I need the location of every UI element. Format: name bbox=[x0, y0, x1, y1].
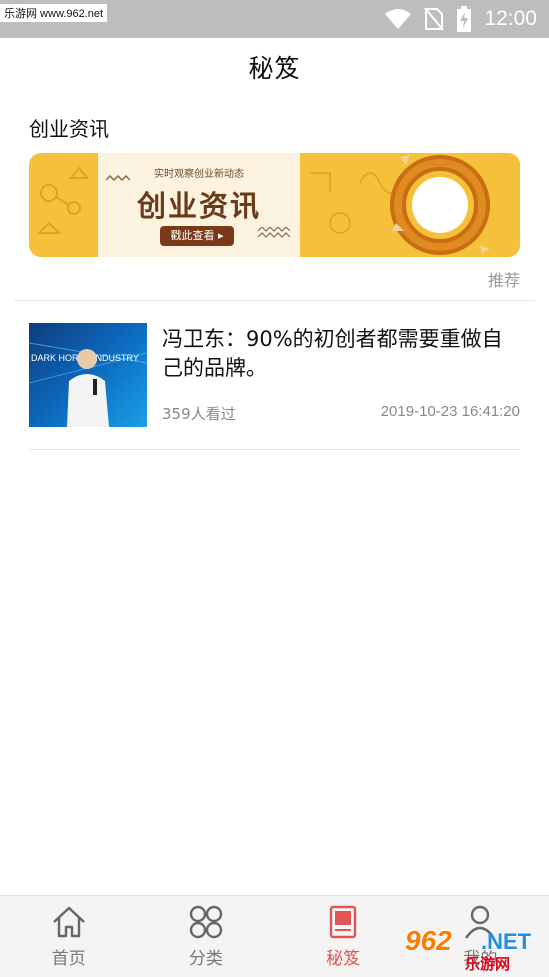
nav-label: 分类 bbox=[188, 949, 223, 969]
science-pattern-icon bbox=[36, 166, 90, 234]
watermark-number: 962 bbox=[405, 925, 452, 956]
battery-charging-icon bbox=[457, 6, 472, 32]
wifi-icon bbox=[385, 9, 412, 29]
banner-center: 实时观察创业新动态 创业资讯 戳此查看 ▸ bbox=[98, 153, 300, 257]
nav-item-secrets[interactable]: 秘笈 bbox=[275, 896, 412, 977]
banner-title: 创业资讯 bbox=[136, 189, 261, 223]
page-title: 秘笈 bbox=[248, 54, 301, 83]
section-title: 创业资讯 bbox=[29, 117, 109, 141]
book-icon bbox=[329, 905, 357, 939]
status-time: 12:00 bbox=[484, 7, 537, 30]
home-icon bbox=[52, 906, 85, 938]
watermark-text: 乐游网 www.962.net bbox=[0, 4, 108, 22]
divider bbox=[14, 300, 535, 301]
nav-item-home[interactable]: 首页 bbox=[0, 896, 137, 977]
watermark-cn: 乐游网 bbox=[465, 955, 511, 973]
article-views: 359人看过 bbox=[162, 405, 236, 423]
nav-item-category[interactable]: 分类 bbox=[137, 896, 274, 977]
article-date: 2019-10-23 16:41:20 bbox=[380, 403, 520, 420]
recommend-label: 推荐 bbox=[487, 271, 520, 290]
status-icons: 12:00 bbox=[384, 6, 537, 32]
article-thumbnail: DARK HORSE INDUSTRY bbox=[29, 323, 147, 427]
nav-label: 首页 bbox=[51, 949, 86, 969]
nav-label: 秘笈 bbox=[326, 949, 361, 969]
app-header: 秘笈 bbox=[0, 38, 549, 96]
speaker-photo-icon: DARK HORSE INDUSTRY bbox=[29, 342, 147, 427]
no-sim-icon bbox=[424, 7, 445, 31]
site-watermark: 962 .NET 乐游网 bbox=[405, 925, 543, 973]
status-bar: 乐游网 www.962.net 12:00 bbox=[0, 0, 549, 38]
banner-view-button[interactable]: 戳此查看 ▸ bbox=[160, 226, 234, 246]
banner-image bbox=[300, 153, 520, 257]
wave-decoration-icon bbox=[106, 175, 130, 182]
pencil-ring-icon bbox=[310, 155, 490, 255]
watermark-net: .NET bbox=[481, 929, 532, 954]
article-item[interactable]: DARK HORSE INDUSTRY 冯卫东：90%的初创者都需要重做自己的品… bbox=[29, 323, 520, 429]
wave-decoration-icon bbox=[258, 227, 290, 238]
article-title: 冯卫东：90%的初创者都需要重做自己的品牌。 bbox=[162, 327, 503, 380]
divider bbox=[29, 449, 520, 450]
category-grid-icon bbox=[189, 905, 223, 939]
banner[interactable]: 实时观察创业新动态 创业资讯 戳此查看 ▸ bbox=[29, 153, 520, 257]
